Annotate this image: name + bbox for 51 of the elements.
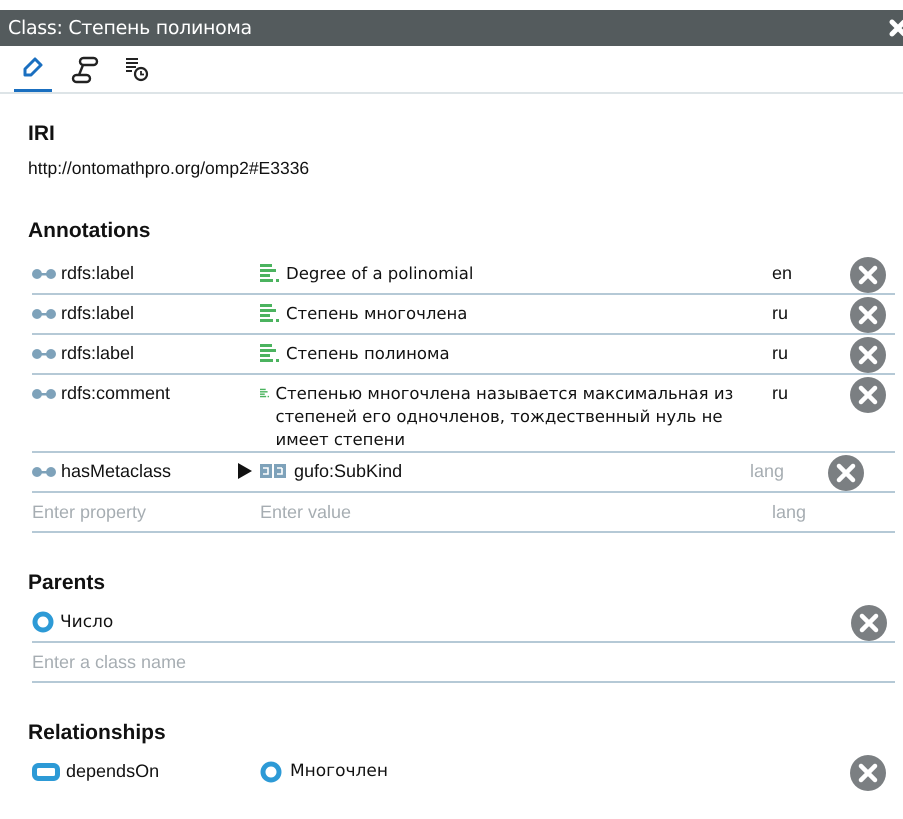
property-name: rdfs:label [61,263,134,284]
annotation-value: Degree of a polinomial [286,263,474,285]
property-icon [32,268,56,280]
remove-button[interactable] [850,337,886,373]
property-icon [32,308,56,320]
section-heading: Annotations [28,219,152,243]
language-field[interactable]: lang [772,494,842,530]
property-icon [32,348,56,360]
language-tag: ru [772,303,788,323]
relationship-target: Многочлен [290,760,388,783]
remove-button[interactable] [828,455,864,491]
object-property-icon [32,762,60,780]
remove-button[interactable] [850,297,886,333]
parent-class: Число [60,612,114,632]
individual-icon [260,464,286,478]
language-tag: ru [772,343,788,363]
property-icon [32,466,56,478]
iri-value: http://ontomathpro.org/omp2#E3336 [28,158,310,179]
property-name: rdfs:label [61,303,134,324]
section-heading: IRI [28,122,56,146]
remove-button[interactable] [851,605,887,641]
property-field[interactable]: Enter property [32,494,260,530]
annotation-value: Степень полинома [286,343,450,365]
annotation-value: gufo:SubKind [294,461,402,481]
class-icon [260,761,282,783]
annotation-value: Степень многочлена [286,303,468,325]
history-icon [124,56,150,82]
language-tag: ru [772,383,788,403]
property-name: rdfs:label [61,343,134,364]
literal-icon [260,303,280,323]
remove-button[interactable] [850,755,886,791]
relationship-property: dependsOn [66,761,160,782]
language-tag: en [772,263,792,283]
section-heading: Parents [28,571,106,595]
language-field[interactable]: lang [750,461,810,482]
class-name-field[interactable]: Enter a class name [32,644,895,680]
expand-icon[interactable] [238,463,252,479]
remove-button[interactable] [850,377,886,413]
property-icon [32,388,56,400]
class-icon [32,611,54,633]
diagram-icon [71,56,99,84]
literal-icon [260,263,280,283]
literal-icon [260,343,280,363]
value-field[interactable]: Enter value [260,494,772,530]
property-name: hasMetaclass [61,461,172,482]
close-button[interactable] [887,17,903,39]
section-heading: Relationships [28,721,167,745]
remove-button[interactable] [850,257,886,293]
window-title: Class: Степень полинома [8,17,252,39]
property-name: rdfs:comment [61,383,170,404]
annotation-value: Степенью многочлена называется максимальная из степеней его одночленов, тождественный нуль не имеет степени [276,383,734,451]
